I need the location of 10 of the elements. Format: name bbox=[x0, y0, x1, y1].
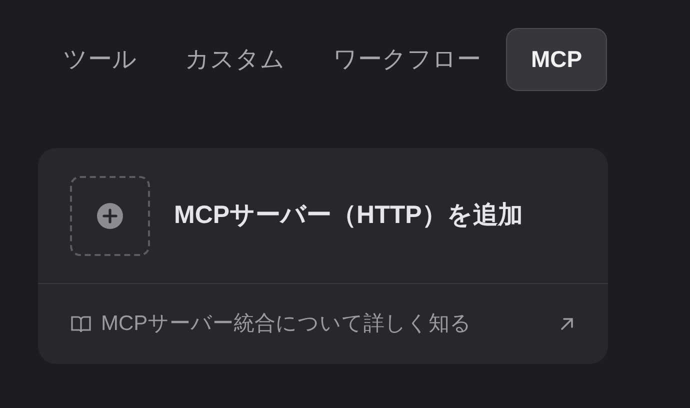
card-title: MCPサーバー（HTTP）を追加 bbox=[174, 200, 523, 231]
learn-more-link[interactable]: MCPサーバー統合について詳しく知る bbox=[101, 308, 472, 340]
book-icon bbox=[71, 315, 91, 333]
tab[interactable]: MCP bbox=[506, 28, 608, 91]
plus-icon bbox=[97, 202, 123, 228]
tab[interactable]: ツール bbox=[40, 28, 160, 91]
external-link-icon bbox=[560, 317, 574, 331]
tab[interactable]: カスタム bbox=[162, 28, 308, 91]
add-button[interactable] bbox=[70, 176, 150, 256]
tab[interactable]: ワークフロー bbox=[310, 28, 504, 91]
